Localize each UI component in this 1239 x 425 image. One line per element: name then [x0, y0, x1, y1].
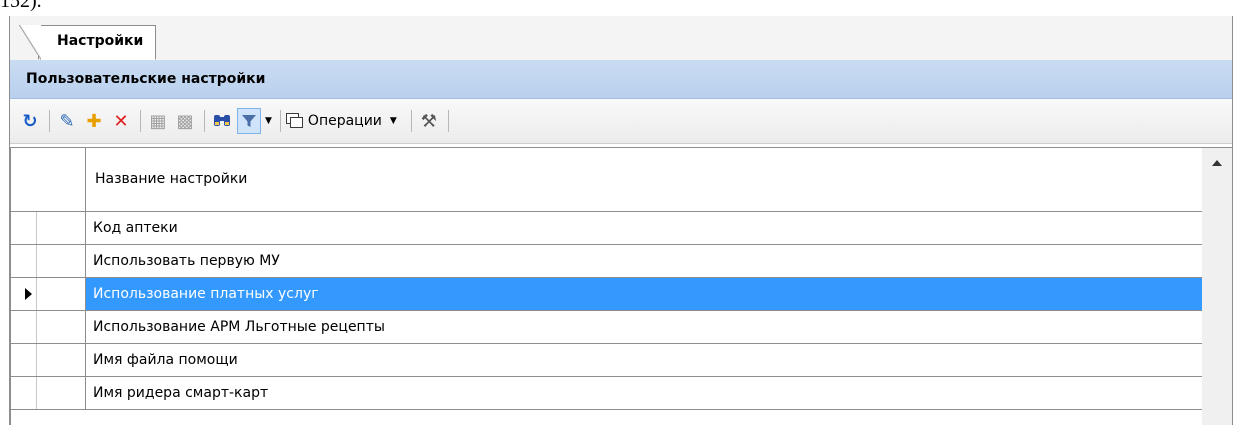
setting-name-cell[interactable]: Использование АРМ Льготные рецепты [86, 311, 1202, 343]
vertical-scrollbar[interactable] [1202, 147, 1232, 425]
toolbar: ↻ ✎ ✚ ✕ ▦ ▩ ▼ Операции ▼ ⚒ [10, 99, 1232, 144]
operations-label: Операции [307, 113, 382, 129]
table-row-selected[interactable]: Использование платных услуг [11, 278, 1202, 311]
settings-grid: Название настройки Код аптеки Использова… [10, 147, 1202, 425]
row-indicator[interactable] [11, 377, 86, 409]
current-row-arrow-icon [25, 288, 32, 300]
binoculars-icon [214, 115, 230, 126]
column-header-setting-name[interactable]: Название настройки [95, 148, 247, 211]
chevron-down-icon: ▼ [389, 116, 397, 126]
table-row[interactable]: Использование АРМ Льготные рецепты [11, 311, 1202, 344]
delete-icon[interactable]: ✕ [109, 108, 133, 134]
caption-fragment: 152). [0, 0, 42, 12]
tab-strip: Настройки [10, 16, 1232, 61]
toolbar-separator [49, 110, 50, 132]
row-indicator[interactable] [11, 212, 86, 244]
settings-window: Настройки Пользовательские настройки ↻ ✎… [9, 16, 1233, 425]
row-indicator[interactable] [11, 278, 86, 310]
toolbar-separator [410, 110, 412, 132]
setting-name-cell[interactable]: Имя файла помощи [86, 344, 1202, 376]
refresh-icon[interactable]: ↻ [18, 108, 42, 134]
setting-name-cell[interactable]: Имя ридера смарт-карт [86, 377, 1202, 409]
save-icon[interactable]: ▦ [146, 108, 170, 134]
panel-title: Пользовательские настройки [10, 60, 1232, 99]
setting-name-cell[interactable]: Использовать первую МУ [86, 245, 1202, 277]
row-indicator[interactable] [11, 311, 86, 343]
row-indicator[interactable] [11, 245, 86, 277]
row-indicator[interactable] [11, 344, 86, 376]
toolbar-separator [140, 110, 141, 132]
toolbar-separator [204, 110, 205, 132]
setting-name-cell[interactable]: Код аптеки [86, 212, 1202, 244]
add-icon[interactable]: ✚ [82, 108, 106, 134]
table-row[interactable]: Имя ридера смарт-карт [11, 377, 1202, 410]
table-row[interactable]: Имя файла помощи [11, 344, 1202, 377]
search-icon[interactable] [210, 108, 234, 134]
filter-dropdown-icon[interactable]: ▼ [265, 116, 272, 126]
toolbar-separator [447, 110, 449, 132]
grid-header: Название настройки [11, 148, 1202, 212]
table-row[interactable]: Код аптеки [11, 212, 1202, 245]
save-all-icon[interactable]: ▩ [173, 108, 197, 134]
table-row[interactable]: Использовать первую МУ [11, 245, 1202, 278]
filter-icon[interactable] [237, 108, 261, 134]
tools-icon[interactable]: ⚒ [417, 108, 441, 134]
edit-icon[interactable]: ✎ [55, 108, 79, 134]
funnel-icon [242, 115, 256, 127]
tab-settings[interactable]: Настройки [18, 25, 157, 60]
setting-name-cell[interactable]: Использование платных услуг [86, 278, 1202, 310]
windows-icon [285, 113, 304, 129]
toolbar-separator [279, 110, 281, 132]
row-indicator-header [11, 148, 86, 211]
scroll-up-arrow-icon[interactable] [1212, 160, 1222, 166]
operations-button[interactable]: Операции ▼ [285, 113, 401, 129]
